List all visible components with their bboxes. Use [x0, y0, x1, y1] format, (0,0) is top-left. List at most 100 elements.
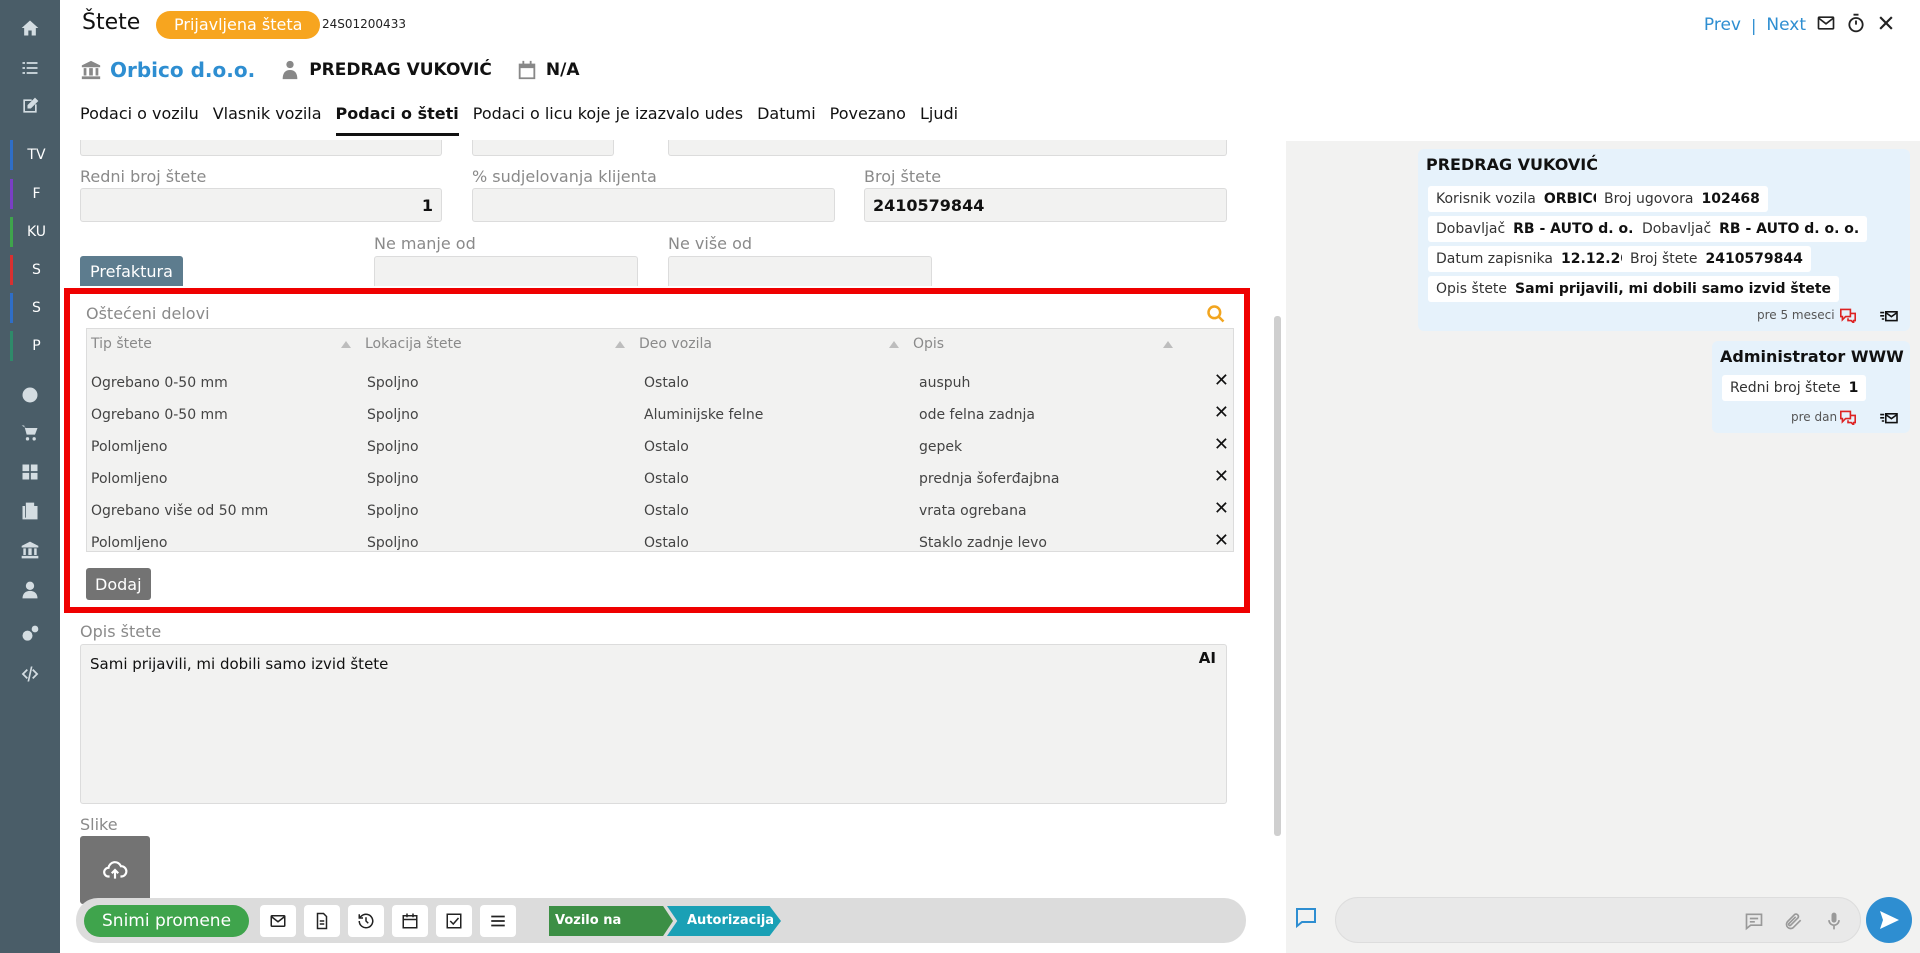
tab-people[interactable]: Ljudi	[920, 104, 958, 136]
send-button[interactable]	[1866, 897, 1912, 943]
menu-icon[interactable]	[480, 905, 516, 937]
grid-icon[interactable]	[0, 457, 60, 487]
documents-icon[interactable]	[0, 496, 60, 526]
send-icon	[1880, 911, 1899, 929]
sort-arrow-icon[interactable]	[341, 341, 351, 348]
chat-message-input[interactable]	[1335, 897, 1861, 943]
edit-icon[interactable]	[0, 91, 60, 121]
sort-arrow-icon[interactable]	[1163, 341, 1173, 348]
chat-icon[interactable]	[1294, 905, 1318, 933]
sort-arrow-icon[interactable]	[615, 341, 625, 348]
rail-tag-f[interactable]: F	[10, 179, 60, 209]
table-row[interactable]: Polomljeno Spoljno Ostalo gepek ✕	[87, 431, 1235, 463]
chip-key: Dobavljač	[1436, 221, 1506, 237]
message-time: pre dan	[1791, 410, 1838, 424]
comment-icon[interactable]	[1744, 911, 1764, 935]
tab-related[interactable]: Povezano	[830, 104, 906, 136]
close-icon[interactable]	[1876, 13, 1896, 37]
home-icon[interactable]	[0, 13, 60, 43]
prefaktura-button[interactable]: Prefaktura	[80, 256, 183, 286]
table-row[interactable]: Ogrebano više od 50 mm Spoljno Ostalo vr…	[87, 495, 1235, 527]
list-icon[interactable]	[0, 53, 60, 83]
next-link[interactable]: Next	[1766, 15, 1806, 35]
attachment-icon[interactable]	[1784, 911, 1804, 935]
email-forward-icon[interactable]	[1879, 307, 1899, 327]
claim-number-input[interactable]: 2410579844	[864, 188, 1227, 222]
chip-key: Korisnik vozila	[1436, 191, 1536, 207]
rail-tag-p[interactable]: P	[10, 331, 60, 361]
delete-icon[interactable]: ✕	[1214, 402, 1229, 423]
not-less-than-input[interactable]	[374, 256, 638, 286]
cart-icon[interactable]	[0, 418, 60, 448]
add-part-button[interactable]: Dodaj	[86, 568, 151, 600]
column-header-description[interactable]: Opis	[913, 329, 944, 359]
delete-icon[interactable]: ✕	[1214, 530, 1229, 551]
rail-tag-s1[interactable]: S	[10, 255, 60, 285]
message-chip: Broj ugovora 102468	[1596, 186, 1768, 212]
step-authorization[interactable]: Autorizacija	[667, 906, 781, 936]
table-row[interactable]: Ogrebano 0-50 mm Spoljno Ostalo auspuh ✕	[87, 367, 1235, 399]
table-row[interactable]: Polomljeno Spoljno Ostalo Staklo zadnje …	[87, 527, 1235, 559]
tab-damage-data[interactable]: Podaci o šteti	[335, 104, 459, 136]
sort-arrow-icon[interactable]	[889, 341, 899, 348]
damage-description-textarea[interactable]: Sami prijavili, mi dobili samo izvid šte…	[80, 644, 1227, 804]
stopwatch-icon[interactable]	[1846, 13, 1866, 37]
rail-tag-s2[interactable]: S	[10, 293, 60, 323]
company-name[interactable]: Orbico d.o.o.	[110, 58, 255, 82]
chip-key: Broj ugovora	[1604, 191, 1694, 207]
calendar-icon	[518, 60, 536, 80]
damaged-parts-title: Oštećeni delovi	[86, 304, 210, 323]
chat-panel: PREDRAG VUKOVIĆ Korisnik vozila ORBICO Br…	[1286, 141, 1920, 953]
table-row[interactable]: Polomljeno Spoljno Ostalo prednja šoferđ…	[87, 463, 1235, 495]
claim-seq-input[interactable]: 1	[80, 188, 442, 222]
globe-icon[interactable]	[0, 380, 60, 410]
message-chip: Dobavljač RB - AUTO d. o. o.	[1428, 216, 1662, 242]
microphone-icon[interactable]	[1824, 911, 1844, 935]
delete-icon[interactable]: ✕	[1214, 466, 1229, 487]
delete-icon[interactable]: ✕	[1214, 434, 1229, 455]
mail-icon[interactable]	[260, 905, 296, 937]
history-icon[interactable]	[348, 905, 384, 937]
mail-icon[interactable]	[1816, 13, 1836, 37]
search-icon[interactable]	[1206, 304, 1226, 328]
rail-tag-ku[interactable]: KU	[10, 217, 60, 247]
hidden-field-2[interactable]	[472, 140, 614, 156]
email-forward-icon[interactable]	[1879, 409, 1899, 429]
table-row[interactable]: Ogrebano 0-50 mm Spoljno Aluminijske fel…	[87, 399, 1235, 431]
column-header-type[interactable]: Tip štete	[91, 329, 152, 359]
code-icon[interactable]	[0, 659, 60, 689]
delete-icon[interactable]: ✕	[1214, 370, 1229, 391]
column-header-location[interactable]: Lokacija štete	[365, 329, 462, 359]
scrollbar[interactable]	[1274, 316, 1281, 836]
prev-link[interactable]: Prev	[1704, 15, 1741, 35]
user-icon[interactable]	[0, 575, 60, 605]
tab-dates[interactable]: Datumi	[757, 104, 816, 136]
date-value: N/A	[545, 60, 580, 80]
tab-at-fault-person[interactable]: Podaci o licu koje je izazvalo udes	[473, 104, 743, 136]
checkbox-icon[interactable]	[436, 905, 472, 937]
document-icon[interactable]	[304, 905, 340, 937]
tab-vehicle-data[interactable]: Podaci o vozilu	[80, 104, 199, 136]
column-header-part[interactable]: Deo vozila	[639, 329, 712, 359]
tab-vehicle-owner[interactable]: Vlasnik vozila	[213, 104, 322, 136]
client-share-input[interactable]	[472, 188, 835, 222]
message-author: Administrator WWW	[1720, 347, 1904, 366]
rail-tag-tv[interactable]: TV	[10, 140, 60, 170]
upload-image-button[interactable]	[80, 836, 150, 904]
chip-key: Dobavljač	[1642, 221, 1712, 237]
reply-icon[interactable]	[1838, 307, 1858, 327]
hidden-field-1[interactable]	[80, 140, 442, 156]
not-more-than-input[interactable]	[668, 256, 932, 286]
settings-icon[interactable]	[0, 619, 60, 649]
calendar-icon[interactable]	[392, 905, 428, 937]
save-changes-button[interactable]: Snimi promene	[84, 905, 250, 937]
cell-part: Ostalo	[644, 439, 689, 455]
ai-button[interactable]: AI	[1199, 649, 1216, 667]
reply-icon[interactable]	[1838, 409, 1858, 429]
date-info: N/A	[516, 59, 580, 81]
hidden-field-3[interactable]	[668, 140, 1227, 156]
delete-icon[interactable]: ✕	[1214, 498, 1229, 519]
bank-icon[interactable]	[0, 535, 60, 565]
chip-key: Broj štete	[1630, 251, 1698, 267]
step-vehicle-in-service[interactable]: Vozilo na servisu	[549, 906, 673, 936]
